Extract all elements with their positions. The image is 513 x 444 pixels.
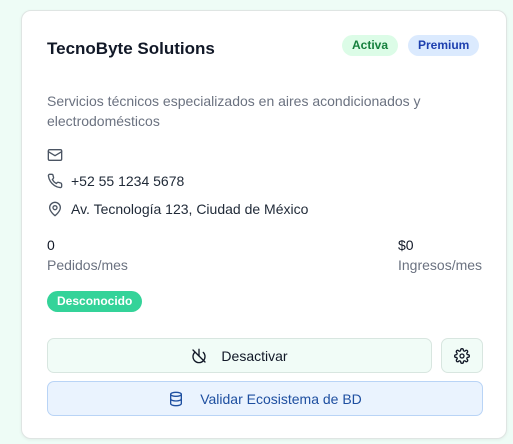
database-icon [170,391,183,406]
validate-label: Validar Ecosistema de BD [200,390,362,407]
map-pin-icon [49,201,61,217]
orders-value: 0 [47,237,55,253]
connection-status-badge: Desconocido [47,291,143,312]
company-card: TecnoByte Solutions Activa Premium Servi… [21,10,507,439]
phone-icon [47,173,63,189]
gear-icon [454,347,470,364]
tier-badge: Premium [408,35,480,56]
settings-button[interactable] [441,338,483,373]
revenue-value: $0 [398,237,414,253]
company-description: Servicios técnicos especializados en air… [47,93,421,129]
company-name: TecnoByte Solutions [47,39,215,58]
orders-label: Pedidos/mes [47,257,128,273]
phone-row: +52 55 1234 5678 [47,171,184,191]
email-row [47,145,71,165]
address-row: Av. Tecnología 123, Ciudad de México [47,199,308,219]
phone-text: +52 55 1234 5678 [71,173,185,189]
mail-icon [47,149,63,161]
address-text: Av. Tecnología 123, Ciudad de México [71,201,309,217]
status-badge: Activa [342,35,399,56]
validate-database-button[interactable]: Validar Ecosistema de BD [47,381,483,416]
deactivate-label: Desactivar [221,347,288,364]
deactivate-button[interactable]: Desactivar [47,338,432,373]
power-off-icon [192,348,207,363]
revenue-label: Ingresos/mes [398,257,483,273]
